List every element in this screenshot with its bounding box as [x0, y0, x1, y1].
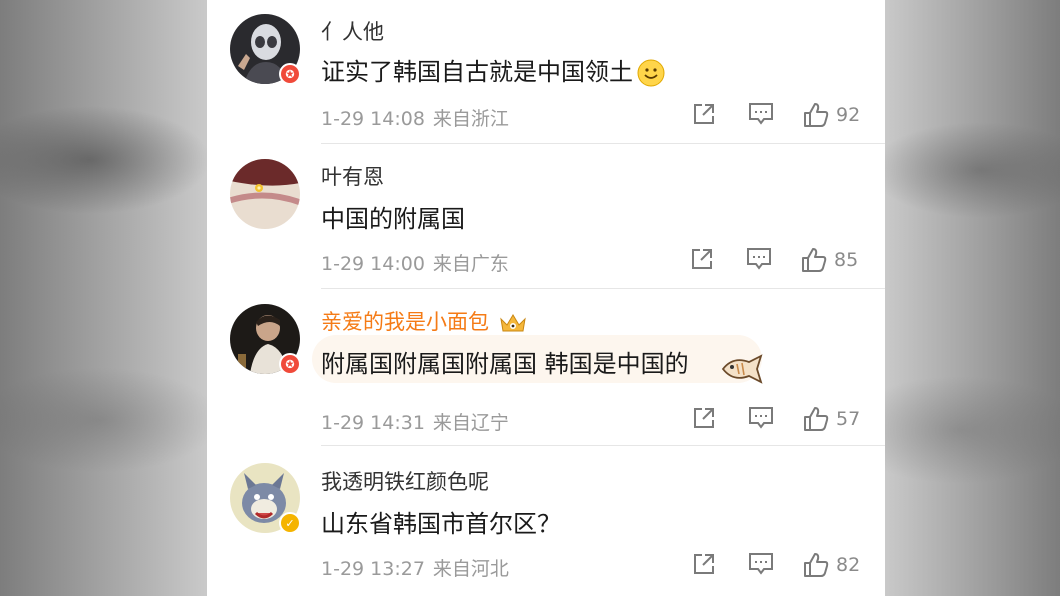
comment-text: 附属国附属国附属国 韩国是中国的 [321, 350, 689, 378]
timestamp: 1-29 14:31 [321, 412, 425, 434]
comment-text: 山东省韩国市首尔区？ [321, 510, 561, 538]
timestamp: 1-29 14:08 [321, 108, 425, 130]
like-icon [802, 248, 827, 272]
reply-button[interactable] [745, 246, 773, 272]
timestamp: 1-29 13:27 [321, 558, 425, 580]
like-button[interactable]: 82 [802, 551, 860, 579]
divider [321, 143, 885, 144]
like-icon [804, 103, 829, 127]
like-count: 82 [836, 554, 861, 576]
location: 来自辽宁 [432, 412, 509, 434]
comment-meta: 1-29 14:31 来自辽宁 [321, 408, 509, 435]
like-button[interactable]: 92 [802, 101, 860, 129]
username[interactable]: 叶有恩 [321, 161, 384, 191]
like-icon [804, 553, 829, 577]
username[interactable]: 亲爱的我是小面包 [321, 306, 528, 336]
verified-badge: ✓ [279, 512, 301, 534]
reply-button[interactable] [747, 405, 775, 431]
verified-badge: ✪ [279, 63, 301, 85]
share-icon [694, 554, 714, 574]
like-button[interactable]: 57 [802, 405, 860, 433]
like-icon [804, 407, 829, 431]
location: 来自广东 [432, 253, 509, 275]
comment-icon [749, 553, 773, 575]
comment-icon [749, 407, 773, 429]
location: 来自浙江 [432, 108, 509, 130]
location: 来自河北 [432, 558, 509, 580]
username-text: 亲爱的我是小面包 [321, 310, 489, 334]
comment-meta: 1-29 14:00 来自广东 [321, 249, 509, 276]
avatar[interactable]: ✪ [230, 14, 301, 85]
share-icon [694, 104, 714, 124]
divider [321, 445, 885, 446]
reply-button[interactable] [747, 101, 775, 127]
like-count: 57 [836, 408, 861, 430]
share-button[interactable] [691, 551, 717, 577]
share-icon [694, 408, 714, 428]
username[interactable]: 亻人他 [321, 16, 384, 46]
comment-meta: 1-29 14:08 来自浙江 [321, 104, 509, 131]
share-button[interactable] [691, 101, 717, 127]
avatar-image [230, 159, 300, 229]
like-count: 85 [834, 249, 859, 271]
reply-button[interactable] [747, 551, 775, 577]
comment-text: 中国的附属国 [321, 205, 465, 233]
crown-icon [499, 314, 526, 332]
verified-badge: ✪ [279, 353, 301, 375]
comment-text-content: 证实了韩国自古就是中国领土 [321, 58, 633, 86]
avatar[interactable]: ✪ [230, 304, 301, 375]
timestamp: 1-29 14:00 [321, 253, 425, 275]
like-button[interactable]: 85 [800, 246, 858, 274]
smile-emoji [637, 59, 665, 87]
comment-icon [747, 248, 771, 270]
share-button[interactable] [689, 246, 715, 272]
share-icon [692, 249, 712, 269]
avatar[interactable]: ✓ [230, 463, 301, 534]
comment-list[interactable]: ✪ 亻人他 证实了韩国自古就是中国领土 1-29 14:08 来自浙江 92 叶… [207, 0, 885, 596]
comment-text: 证实了韩国自古就是中国领土 [321, 52, 665, 87]
username[interactable]: 我透明铁红颜色呢 [321, 466, 489, 496]
like-count: 92 [836, 104, 861, 126]
avatar[interactable] [230, 159, 300, 229]
share-button[interactable] [691, 405, 717, 431]
fish-emoji [721, 354, 763, 384]
comment-meta: 1-29 13:27 来自河北 [321, 554, 509, 581]
comment-icon [749, 103, 773, 125]
divider [321, 288, 885, 289]
